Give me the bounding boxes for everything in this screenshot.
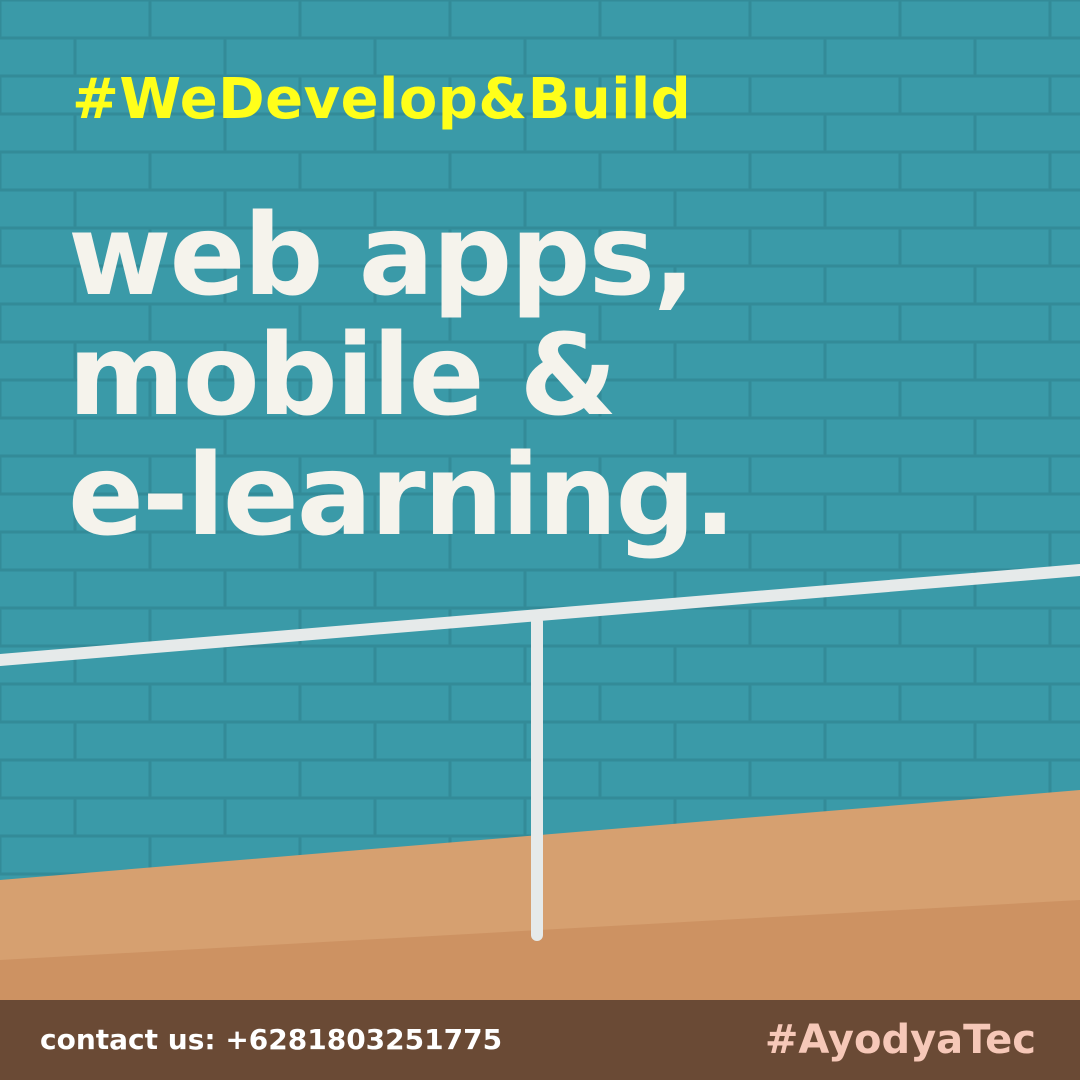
headline-line-mobile: mobile & <box>68 311 617 441</box>
hashtag-we-develop-build: #WeDevelop&Build <box>72 67 692 132</box>
brand-hashtag: #AyodyaTec <box>764 1017 1036 1063</box>
social-post-canvas: #WeDevelop&Build web apps, mobile & e-le… <box>0 0 1080 1080</box>
headline: web apps, mobile & e-learning. <box>68 191 736 561</box>
contact-phone-text: contact us: +6281803251775 <box>40 1023 503 1056</box>
headline-line-e-learning: e-learning. <box>68 431 736 561</box>
headline-line-web-apps: web apps, <box>68 191 696 321</box>
